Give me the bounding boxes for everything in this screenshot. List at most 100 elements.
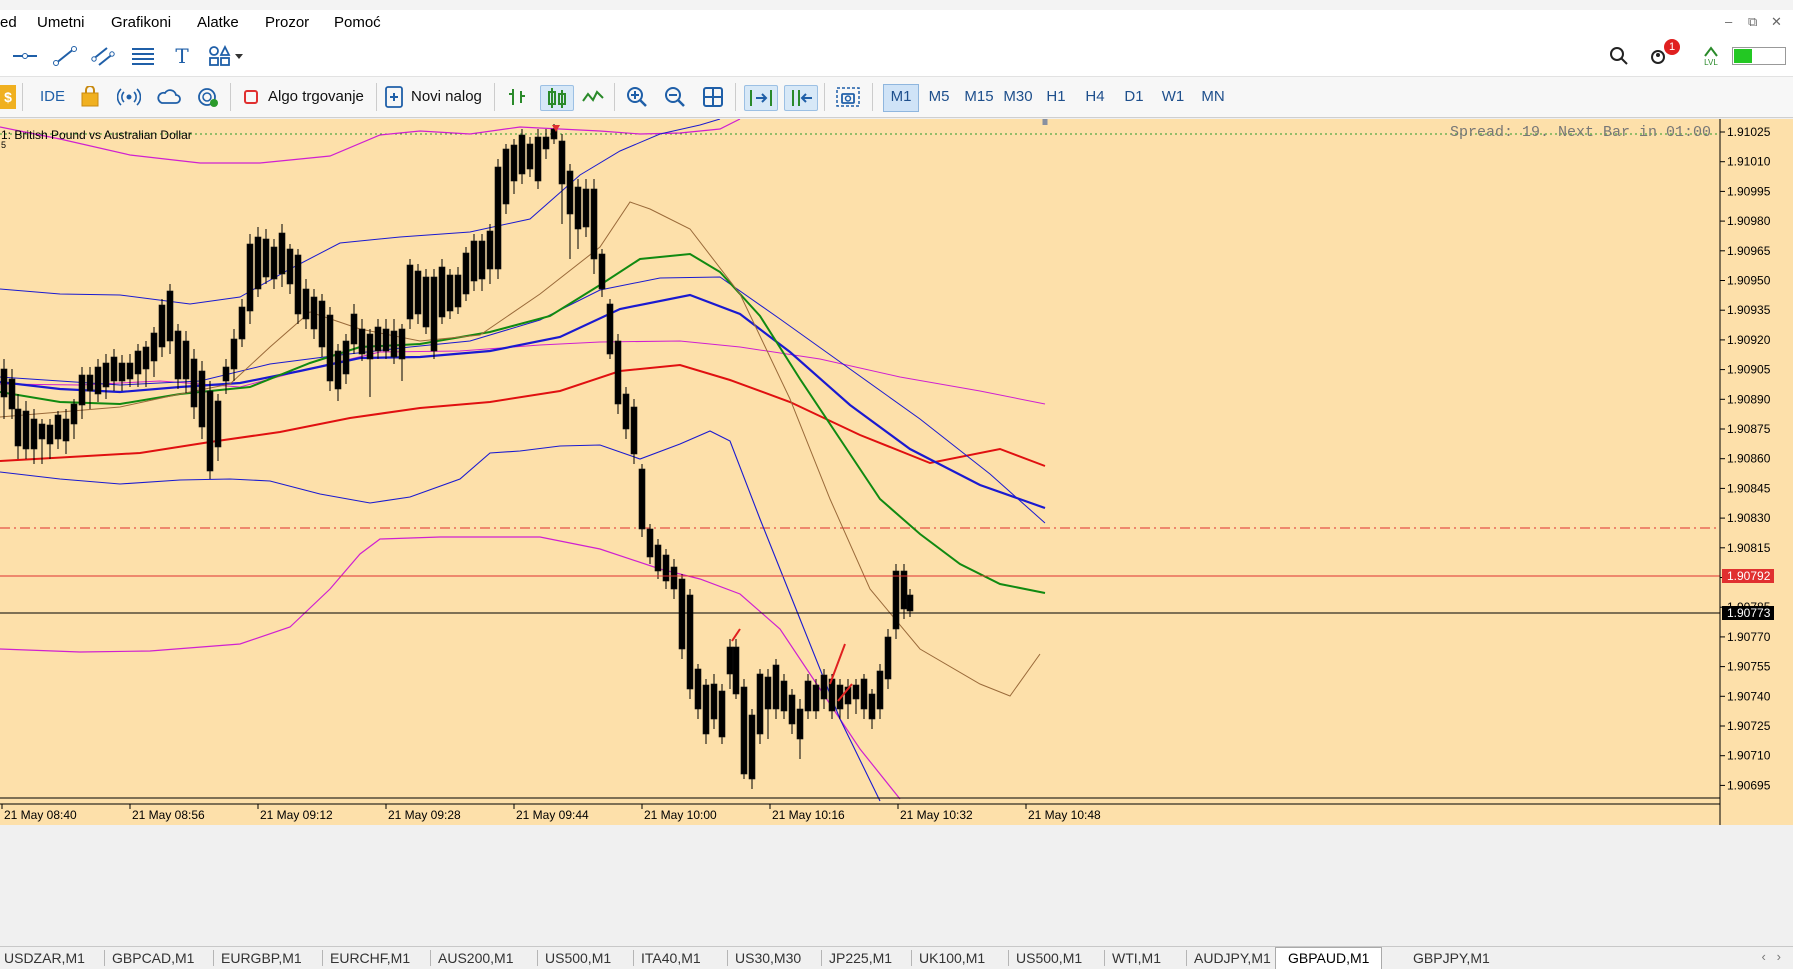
text-tool-icon[interactable]: T	[168, 44, 196, 68]
symbol-tab-gbpcad-m1[interactable]: GBPCAD,M1	[112, 950, 194, 966]
symbol-tab-wti-m1[interactable]: WTI,M1	[1112, 950, 1161, 966]
tab-scroll-arrows-icon[interactable]: ‹ ›	[1762, 949, 1782, 964]
notifications-icon[interactable]: 1	[1648, 39, 1680, 68]
cloud-icon[interactable]	[156, 85, 182, 109]
chart-shift-icon[interactable]	[784, 85, 818, 111]
timeframe-m30[interactable]: M30	[1000, 84, 1036, 110]
menu-item-partial[interactable]: ed	[0, 14, 17, 31]
candle-body	[246, 243, 254, 312]
shapes-icon[interactable]	[206, 44, 246, 68]
symbol-tab-us500-m1[interactable]: US500,M1	[1016, 950, 1082, 966]
zoom-out-icon[interactable]	[662, 85, 688, 109]
price-axis-label: 1.90950	[1727, 274, 1771, 288]
tab-separator	[104, 950, 105, 966]
time-axis-label: 21 May 09:44	[516, 808, 589, 822]
symbol-tab-ita40-m1[interactable]: ITA40,M1	[641, 950, 701, 966]
symbol-tab-us30-m30[interactable]: US30,M30	[735, 950, 801, 966]
timeframe-m15[interactable]: M15	[961, 84, 997, 110]
tab-separator	[633, 950, 634, 966]
trend-line-icon[interactable]	[50, 44, 80, 68]
menu-item-pomoc[interactable]: Pomoć	[334, 14, 381, 31]
candle-body	[502, 148, 510, 205]
candle-body	[678, 578, 686, 650]
algo-trading-button[interactable]: Algo trgovanje	[268, 85, 364, 109]
symbol-tab-gbpjpy-m1[interactable]: GBPJPY,M1	[1413, 950, 1490, 966]
candle-body	[70, 403, 78, 425]
chart-symbol-title: 1: British Pound vs Australian Dollar	[1, 128, 192, 142]
candle-body	[350, 313, 358, 345]
candle-body	[646, 528, 654, 558]
time-axis-label: 21 May 09:12	[260, 808, 333, 822]
symbol-tab-usdzar-m1[interactable]: USDZAR,M1	[4, 950, 85, 966]
symbol-tab-aus200-m1[interactable]: AUS200,M1	[438, 950, 513, 966]
new-order-icon[interactable]	[384, 85, 404, 109]
symbol-tab-eurchf-m1[interactable]: EURCHF,M1	[330, 950, 410, 966]
price-axis-label: 1.90905	[1727, 363, 1771, 377]
timeframe-h4[interactable]: H4	[1078, 84, 1112, 110]
search-icon[interactable]	[1608, 44, 1630, 68]
menu-item-alatke[interactable]: Alatke	[197, 14, 239, 31]
timeframe-mn[interactable]: MN	[1195, 84, 1231, 110]
price-axis-label: 1.90755	[1727, 660, 1771, 674]
candle-body	[342, 340, 350, 375]
menu-item-umetni[interactable]: Umetni	[37, 14, 85, 31]
tab-separator	[1104, 950, 1105, 966]
symbol-tab-uk100-m1[interactable]: UK100,M1	[919, 950, 985, 966]
tile-windows-icon[interactable]	[700, 85, 726, 109]
symbol-tab-us500-m1[interactable]: US500,M1	[545, 950, 611, 966]
close-icon[interactable]: ✕	[1771, 14, 1782, 30]
vps-globe-icon[interactable]	[195, 85, 221, 109]
candle-body	[310, 296, 318, 330]
price-chart[interactable]: 1.91025 1.91010 1.90995 1.90980 1.90965 1.909…	[0, 119, 1793, 919]
candle-body	[510, 144, 518, 182]
candle-body	[876, 670, 884, 710]
symbol-tab-audjpy-m1[interactable]: AUDJPY,M1	[1194, 950, 1271, 966]
algo-trading-icon[interactable]	[243, 85, 259, 109]
candle-body	[892, 570, 900, 630]
new-order-button[interactable]: Novi nalog	[411, 85, 482, 109]
market-bag-icon[interactable]	[78, 85, 102, 109]
bar-chart-icon[interactable]	[504, 85, 530, 109]
screenshot-icon[interactable]	[834, 85, 862, 109]
timeframe-d1[interactable]: D1	[1117, 84, 1151, 110]
candle-body	[526, 143, 534, 170]
dollar-icon[interactable]: $	[0, 85, 16, 109]
chart-bottom-strip	[0, 825, 1793, 919]
timeframe-h1[interactable]: H1	[1039, 84, 1073, 110]
symbol-tab-eurgbp-m1[interactable]: EURGBP,M1	[221, 950, 302, 966]
spread-info: Spread: 19. Next Bar in 01:00	[1450, 124, 1712, 141]
horizontal-line-icon[interactable]	[10, 44, 40, 68]
candle-body	[900, 570, 908, 610]
candle-body	[94, 366, 102, 395]
symbol-tab-gbpaud-m1[interactable]: GBPAUD,M1	[1275, 947, 1383, 969]
candle-body	[46, 424, 54, 445]
candle-body	[732, 646, 740, 695]
candle-body	[694, 668, 702, 710]
auto-scroll-icon[interactable]	[744, 85, 778, 111]
ide-button[interactable]: IDE	[40, 85, 65, 109]
candle-body	[622, 393, 630, 430]
candle-body	[318, 300, 326, 348]
candle-body	[182, 340, 190, 380]
menu-item-grafikoni[interactable]: Grafikoni	[111, 14, 171, 31]
signals-radio-icon[interactable]	[116, 85, 142, 109]
candle-body	[0, 368, 8, 398]
tab-separator	[537, 950, 538, 966]
channel-icon[interactable]	[88, 44, 118, 68]
symbol-tab-jp225-m1[interactable]: JP225,M1	[829, 950, 892, 966]
candle-body	[804, 680, 812, 712]
minimize-icon[interactable]: –	[1725, 14, 1732, 29]
line-chart-icon[interactable]	[580, 85, 606, 109]
timeframe-w1[interactable]: W1	[1156, 84, 1190, 110]
candle-body	[518, 134, 526, 175]
restore-icon[interactable]: ⧉	[1748, 14, 1757, 30]
menu-item-prozor[interactable]: Prozor	[265, 14, 309, 31]
candlestick-chart-icon[interactable]	[540, 85, 574, 111]
timeframe-m5[interactable]: M5	[922, 84, 956, 110]
signal-icon[interactable]: LVL	[1700, 44, 1722, 68]
candle-body	[756, 673, 764, 735]
bollinger-lower-inner	[0, 430, 881, 802]
timeframe-m1[interactable]: M1	[883, 84, 919, 112]
zoom-in-icon[interactable]	[624, 85, 650, 109]
fibonacci-icon[interactable]	[128, 44, 158, 68]
